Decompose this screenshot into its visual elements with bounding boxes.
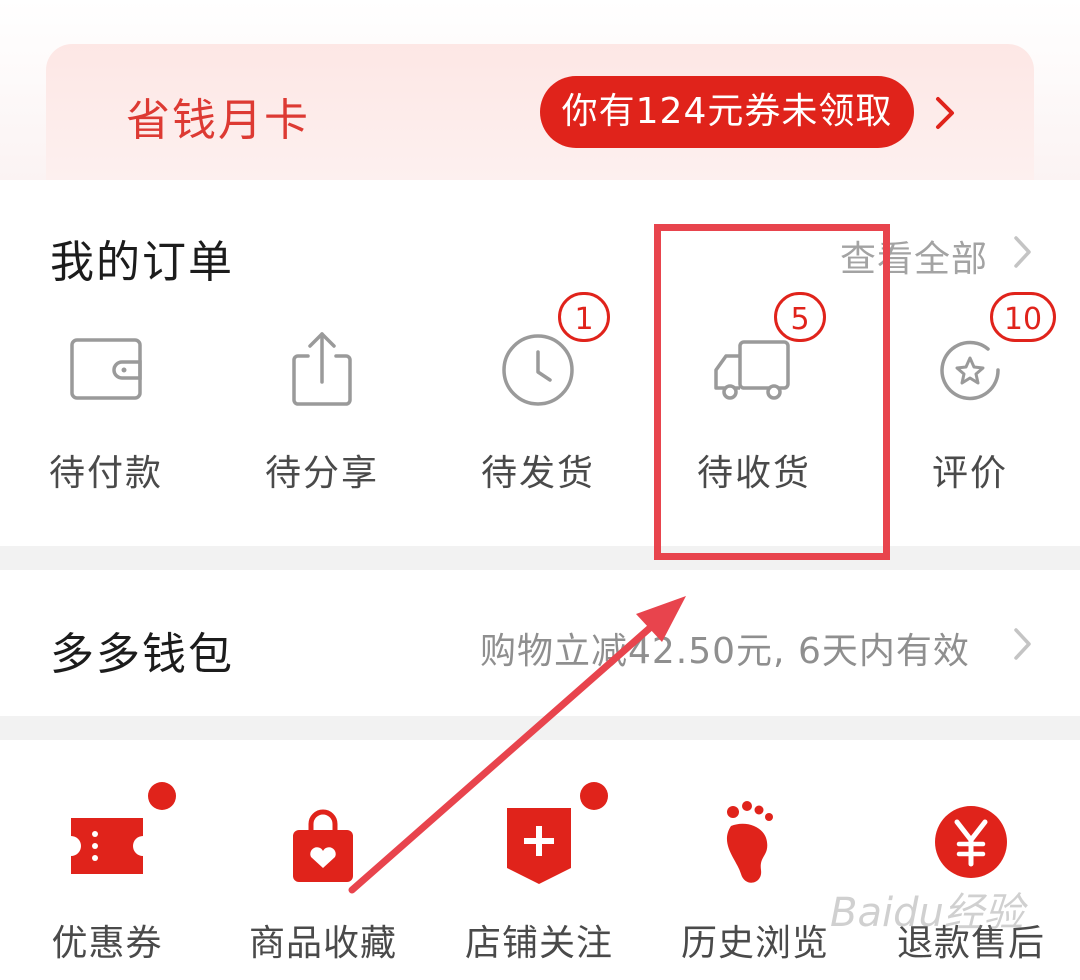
- coupon-icon: [71, 818, 143, 874]
- tool-label: 历史浏览: [680, 923, 829, 964]
- tool-label: 店铺关注: [464, 923, 613, 964]
- tool-coupons[interactable]: 优惠券: [2, 796, 212, 966]
- section-divider: [0, 716, 1080, 740]
- order-review[interactable]: 评价: [870, 320, 1070, 500]
- chevron-right-icon[interactable]: [1012, 234, 1034, 270]
- notification-dot: [580, 782, 608, 810]
- annotation-highlight-box: [654, 224, 890, 560]
- order-label: 待付款: [48, 453, 163, 494]
- notification-dot: [148, 782, 176, 810]
- chevron-right-icon[interactable]: [1012, 626, 1034, 662]
- share-icon: [292, 332, 352, 406]
- tool-label: 优惠券: [51, 923, 163, 964]
- tool-followed-stores[interactable]: 店铺关注: [434, 796, 644, 966]
- promo-title: 省钱月卡: [126, 95, 310, 146]
- tool-label: 商品收藏: [248, 923, 397, 964]
- order-label: 待发货: [480, 453, 595, 494]
- tool-history[interactable]: 历史浏览: [650, 796, 860, 966]
- chevron-right-icon[interactable]: [934, 96, 958, 130]
- wallet-description[interactable]: 购物立减42.50元, 6天内有效: [480, 622, 970, 674]
- tool-favorites[interactable]: 商品收藏: [218, 796, 428, 966]
- watermark-logo: Baidu经验: [830, 890, 1024, 936]
- promo-area: 省钱月卡 你有124元券未领取: [0, 0, 1080, 180]
- order-label: 评价: [931, 453, 1008, 494]
- order-label: 待分享: [264, 453, 379, 494]
- badge-count: 1: [558, 292, 610, 342]
- wallet-title[interactable]: 多多钱包: [50, 618, 234, 682]
- store-plus-icon: [507, 808, 571, 884]
- footprint-icon: [726, 801, 773, 883]
- section-divider: [0, 546, 1080, 570]
- order-pending-share[interactable]: 待分享: [222, 320, 422, 500]
- bag-heart-icon: [293, 809, 353, 882]
- wallet-icon: [70, 338, 142, 400]
- order-pending-shipment[interactable]: 待发货: [438, 320, 638, 500]
- order-pending-payment[interactable]: 待付款: [6, 320, 206, 500]
- orders-title: 我的订单: [50, 237, 234, 288]
- promo-card[interactable]: 省钱月卡 你有124元券未领取: [46, 44, 1034, 180]
- claim-coupon-button[interactable]: 你有124元券未领取: [540, 76, 914, 148]
- badge-count: 10: [990, 292, 1056, 342]
